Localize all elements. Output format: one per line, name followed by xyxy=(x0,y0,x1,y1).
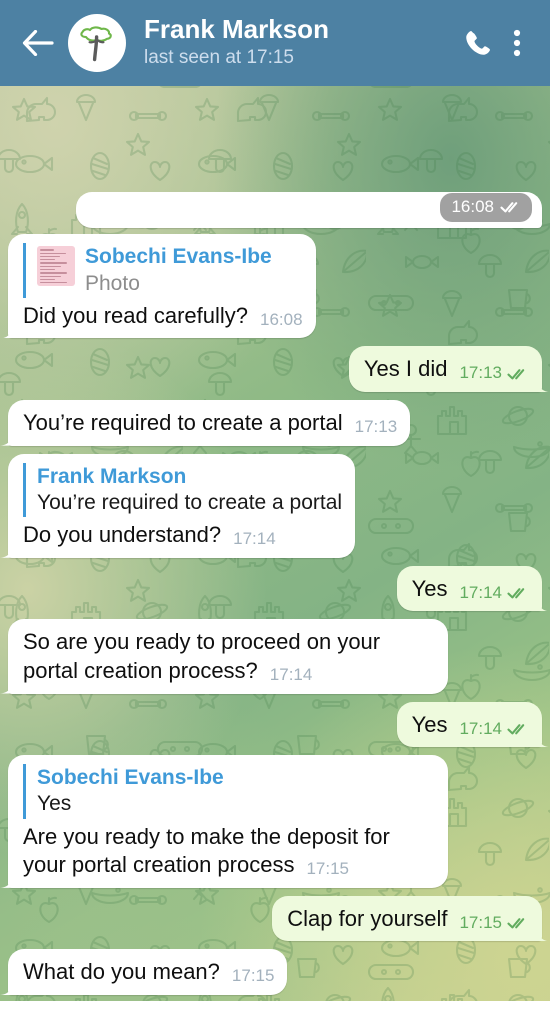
message-row[interactable]: Yes 17:14 xyxy=(8,701,542,748)
double-check-icon xyxy=(507,368,525,379)
reply-sender-name: Sobechi Evans-Ibe xyxy=(37,766,224,790)
message-time: 17:15 xyxy=(459,912,502,932)
message-row[interactable]: What do you mean? 17:15 xyxy=(8,949,542,995)
reply-quote-body: Frank Markson You’re required to create a… xyxy=(37,464,342,517)
reply-quote-body: Sobechi Evans-Ibe Yes xyxy=(37,765,224,818)
double-check-icon xyxy=(500,202,518,213)
message-row[interactable]: 16:08 xyxy=(8,192,542,229)
message-text: What do you mean? xyxy=(23,959,220,985)
chat-status: last seen at 17:15 xyxy=(144,47,294,69)
message-text: Yes xyxy=(411,575,448,601)
message-time: 17:13 xyxy=(459,363,502,383)
telegram-chat-screen: Frank Markson last seen at 17:15 16:08 S… xyxy=(0,0,550,1024)
more-vertical-icon xyxy=(513,29,521,57)
message-row[interactable]: So are you ready to proceed on your port… xyxy=(8,619,542,694)
message-time: 17:14 xyxy=(459,582,502,602)
message-meta: 17:15 xyxy=(306,858,349,880)
message-row[interactable]: Yes I did 17:13 xyxy=(8,346,542,393)
outgoing-message-bubble[interactable]: Yes I did 17:13 xyxy=(348,346,542,393)
tree-avatar-icon xyxy=(80,26,112,62)
incoming-message-bubble[interactable]: Sobechi Evans-Ibe Yes Are you ready to mak… xyxy=(8,755,448,888)
message-meta: 17:14 xyxy=(459,582,529,604)
call-button[interactable] xyxy=(456,17,500,69)
message-row[interactable]: You’re required to create a portal 17:13 xyxy=(8,400,542,446)
incoming-message-bubble[interactable]: You’re required to create a portal 17:13 xyxy=(8,400,411,446)
reply-snippet: Photo xyxy=(85,271,140,295)
message-text: So are you ready to proceed on your port… xyxy=(23,629,387,683)
reply-quote[interactable]: Sobechi Evans-Ibe Photo xyxy=(23,243,303,298)
message-text: Yes xyxy=(411,711,448,737)
chat-header: Frank Markson last seen at 17:15 xyxy=(0,0,550,86)
double-check-icon xyxy=(507,918,525,929)
reply-sender-name: Frank Markson xyxy=(37,464,187,488)
double-check-icon xyxy=(507,723,525,735)
outgoing-message-bubble[interactable]: Yes 17:14 xyxy=(396,701,542,748)
reply-snippet: Yes xyxy=(37,792,72,816)
message-meta: 17:14 xyxy=(270,664,313,686)
back-arrow-icon xyxy=(22,30,54,56)
double-check-icon xyxy=(507,587,525,599)
message-meta: 16:08 xyxy=(260,309,303,331)
incoming-message-bubble[interactable]: Sobechi Evans-Ibe Photo Did you read caref… xyxy=(8,234,316,339)
page-title: Frank Markson xyxy=(144,15,329,44)
message-time: 17:15 xyxy=(306,859,350,879)
message-row[interactable]: Yes 17:14 xyxy=(8,565,542,612)
outgoing-message-bubble[interactable]: 16:08 xyxy=(76,192,542,229)
outgoing-message-bubble[interactable]: Clap for yourself 17:15 xyxy=(272,895,542,942)
message-time: 17:14 xyxy=(233,529,276,549)
message-row[interactable]: Sobechi Evans-Ibe Photo Did you read caref… xyxy=(8,234,542,339)
chat-title-block[interactable]: Frank Markson last seen at 17:15 xyxy=(144,16,456,70)
message-meta: 17:14 xyxy=(233,528,276,550)
message-time: 16:08 xyxy=(451,197,494,217)
incoming-message-bubble[interactable]: What do you mean? 17:15 xyxy=(8,949,288,995)
reply-sender-name: Sobechi Evans-Ibe xyxy=(85,245,272,269)
avatar[interactable] xyxy=(68,14,126,72)
message-meta: 17:14 xyxy=(459,718,529,740)
message-row[interactable]: Clap for yourself 17:15 xyxy=(8,895,542,942)
message-meta: 17:13 xyxy=(355,416,398,438)
message-text: Yes I did xyxy=(363,356,448,382)
message-time: 17:15 xyxy=(231,966,275,986)
message-time: 17:13 xyxy=(354,417,398,437)
message-row[interactable]: Frank Markson You’re required to create a… xyxy=(8,453,542,558)
reply-quote[interactable]: Sobechi Evans-Ibe Yes xyxy=(23,764,435,819)
incoming-message-bubble[interactable]: So are you ready to proceed on your port… xyxy=(8,619,448,694)
message-text: Do you understand? xyxy=(23,522,222,548)
message-meta: 17:13 xyxy=(459,362,529,384)
message-row[interactable]: Sobechi Evans-Ibe Yes Are you ready to mak… xyxy=(8,755,542,888)
message-meta: 17:15 xyxy=(459,912,529,934)
message-time: 17:14 xyxy=(269,664,313,684)
more-options-button[interactable] xyxy=(500,17,534,69)
message-text: You’re required to create a portal xyxy=(23,410,343,436)
reply-thumbnail xyxy=(37,246,75,287)
message-meta: 17:15 xyxy=(232,965,275,987)
back-button[interactable] xyxy=(12,17,64,69)
message-list: 16:08 Sobechi Evans-Ibe Photo Did you read … xyxy=(0,86,550,1001)
message-time: 16:08 xyxy=(260,309,303,329)
chat-scroll-area[interactable]: 16:08 Sobechi Evans-Ibe Photo Did you read … xyxy=(0,86,550,1001)
outgoing-message-bubble[interactable]: Yes 17:14 xyxy=(396,565,542,612)
message-text: Clap for yourself xyxy=(287,905,448,931)
reply-snippet: You’re required to create a portal xyxy=(37,490,343,514)
reply-quote-body: Sobechi Evans-Ibe Photo xyxy=(85,244,272,297)
message-meta: 16:08 xyxy=(440,193,532,223)
message-text: Did you read carefully? xyxy=(23,302,249,328)
phone-icon xyxy=(466,31,490,55)
incoming-message-bubble[interactable]: Frank Markson You’re required to create a… xyxy=(8,453,356,558)
message-time: 17:14 xyxy=(459,718,502,738)
reply-quote[interactable]: Frank Markson You’re required to create a… xyxy=(23,462,342,518)
